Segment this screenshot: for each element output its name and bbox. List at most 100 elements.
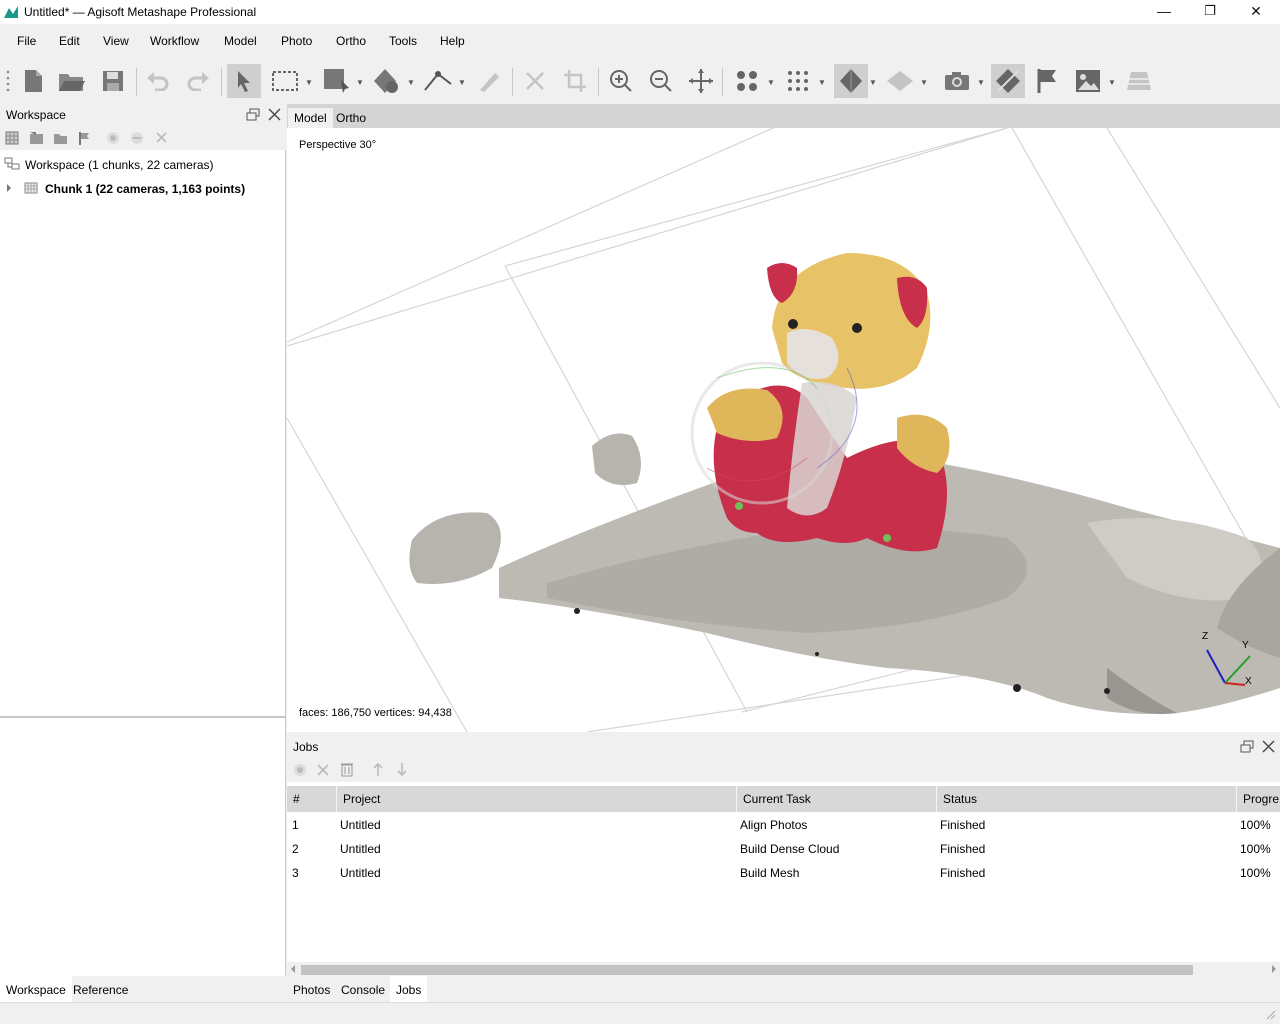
column-project[interactable]: Project [337,786,737,812]
jobs-horizontal-scrollbar[interactable] [287,962,1280,976]
add-folder-icon[interactable] [53,131,68,146]
rotate-dropdown-icon[interactable]: ▼ [407,78,415,87]
start-job-icon[interactable] [293,763,307,777]
job-task: Align Photos [740,818,808,832]
rotate-object-icon[interactable] [370,64,404,98]
save-icon[interactable] [96,64,130,98]
workspace-panel-title: Workspace [6,108,66,122]
menu-file[interactable]: File [17,34,36,48]
open-icon[interactable] [55,64,89,98]
show-tiled-model-icon[interactable] [883,64,917,98]
toolbar-grip-icon [6,70,10,92]
tiled-dropdown-icon[interactable]: ▼ [920,78,928,87]
table-row[interactable]: 2 Untitled Build Dense Cloud Finished 10… [287,838,1280,862]
chunk-icon [24,182,38,194]
column-number[interactable]: # [287,786,337,812]
dem-dropdown-icon[interactable]: ▼ [1108,78,1116,87]
zoom-out-icon[interactable] [644,64,678,98]
title-bar: Untitled* — Agisoft Metashape Profession… [0,0,1280,24]
add-chunk-icon[interactable] [5,131,20,146]
show-points-icon[interactable] [730,64,764,98]
delete-job-icon[interactable] [340,762,354,777]
float-panel-icon[interactable] [246,108,260,121]
show-region-icon[interactable] [1122,64,1156,98]
chunk-row[interactable]: Chunk 1 (22 cameras, 1,163 points) [0,178,285,200]
navigation-icon[interactable] [227,64,261,98]
menu-view[interactable]: View [103,34,129,48]
redo-icon[interactable] [181,64,215,98]
table-row[interactable]: 1 Untitled Align Photos Finished 100% [287,814,1280,838]
new-icon[interactable] [16,64,50,98]
points-dropdown-icon[interactable]: ▼ [767,78,775,87]
float-jobs-panel-icon[interactable] [1240,740,1254,753]
job-progress: 100% [1240,818,1271,832]
move-object-icon[interactable] [320,64,354,98]
show-dense-cloud-icon[interactable] [781,64,815,98]
remove-item-icon[interactable] [155,131,168,144]
workspace-icon [4,157,20,170]
show-markers-icon[interactable] [1031,64,1065,98]
tab-model[interactable]: Model [288,108,333,128]
scroll-right-icon[interactable] [1271,965,1277,973]
selection-dropdown-icon[interactable]: ▼ [305,78,313,87]
menu-model[interactable]: Model [224,34,257,48]
move-dropdown-icon[interactable]: ▼ [356,78,364,87]
teddy-bear-model [707,253,950,552]
menu-edit[interactable]: Edit [59,34,80,48]
cameras-dropdown-icon[interactable]: ▼ [977,78,985,87]
close-jobs-panel-icon[interactable] [1262,740,1275,753]
tab-jobs[interactable]: Jobs [390,976,428,1002]
disable-icon[interactable] [130,131,145,146]
delete-icon[interactable] [518,64,552,98]
expand-arrow-icon[interactable] [6,184,12,192]
show-cameras-icon[interactable] [940,64,974,98]
rectangle-selection-icon[interactable] [268,64,302,98]
tab-ortho[interactable]: Ortho [330,108,372,128]
tab-photos[interactable]: Photos [287,976,336,1002]
restore-button[interactable]: ❐ [1187,0,1233,24]
move-job-down-icon[interactable] [396,762,408,777]
tab-workspace[interactable]: Workspace [0,976,72,1002]
table-row[interactable]: 3 Untitled Build Mesh Finished 100% [287,862,1280,886]
undo-icon[interactable] [141,64,175,98]
menu-help[interactable]: Help [440,34,465,48]
show-dem-icon[interactable] [1071,64,1105,98]
menu-ortho[interactable]: Ortho [336,34,366,48]
close-panel-icon[interactable] [268,108,281,121]
reset-view-icon[interactable] [684,64,718,98]
menu-workflow[interactable]: Workflow [150,34,199,48]
zoom-in-icon[interactable] [604,64,638,98]
job-task: Build Dense Cloud [740,842,840,856]
panel-divider[interactable] [0,716,286,718]
column-status[interactable]: Status [937,786,1237,812]
scroll-left-icon[interactable] [290,965,296,973]
tab-reference[interactable]: Reference [67,976,134,1002]
add-photos-icon[interactable] [29,131,44,146]
job-status: Finished [940,842,986,856]
menu-photo[interactable]: Photo [281,34,312,48]
workspace-root-row[interactable]: Workspace (1 chunks, 22 cameras) [0,154,285,176]
minimize-button[interactable]: — [1141,0,1187,24]
ruler-icon[interactable] [421,64,455,98]
dense-cloud-dropdown-icon[interactable]: ▼ [818,78,826,87]
tab-console[interactable]: Console [335,976,391,1002]
model-viewport[interactable]: Perspective 30° faces: 186,750 vertices:… [287,128,1280,732]
axis-z-label: Z [1202,631,1209,642]
column-progress[interactable]: Progre [1237,786,1280,812]
draw-polyline-icon[interactable] [472,64,506,98]
crop-icon[interactable] [558,64,592,98]
column-current-task[interactable]: Current Task [737,786,937,812]
close-button[interactable]: ✕ [1233,0,1279,24]
cancel-job-icon[interactable] [317,764,329,776]
scrollbar-thumb[interactable] [301,965,1193,975]
jobs-panel: Jobs # Project Current Task Status Progr… [287,736,1280,976]
enable-icon[interactable] [106,131,121,146]
move-job-up-icon[interactable] [372,762,384,777]
menu-tools[interactable]: Tools [389,34,417,48]
model-dropdown-icon[interactable]: ▼ [869,78,877,87]
ruler-dropdown-icon[interactable]: ▼ [458,78,466,87]
show-shapes-icon[interactable] [991,64,1025,98]
resize-grip-icon[interactable] [1264,1008,1276,1020]
show-model-icon[interactable] [834,64,868,98]
add-marker-icon[interactable] [77,131,92,146]
